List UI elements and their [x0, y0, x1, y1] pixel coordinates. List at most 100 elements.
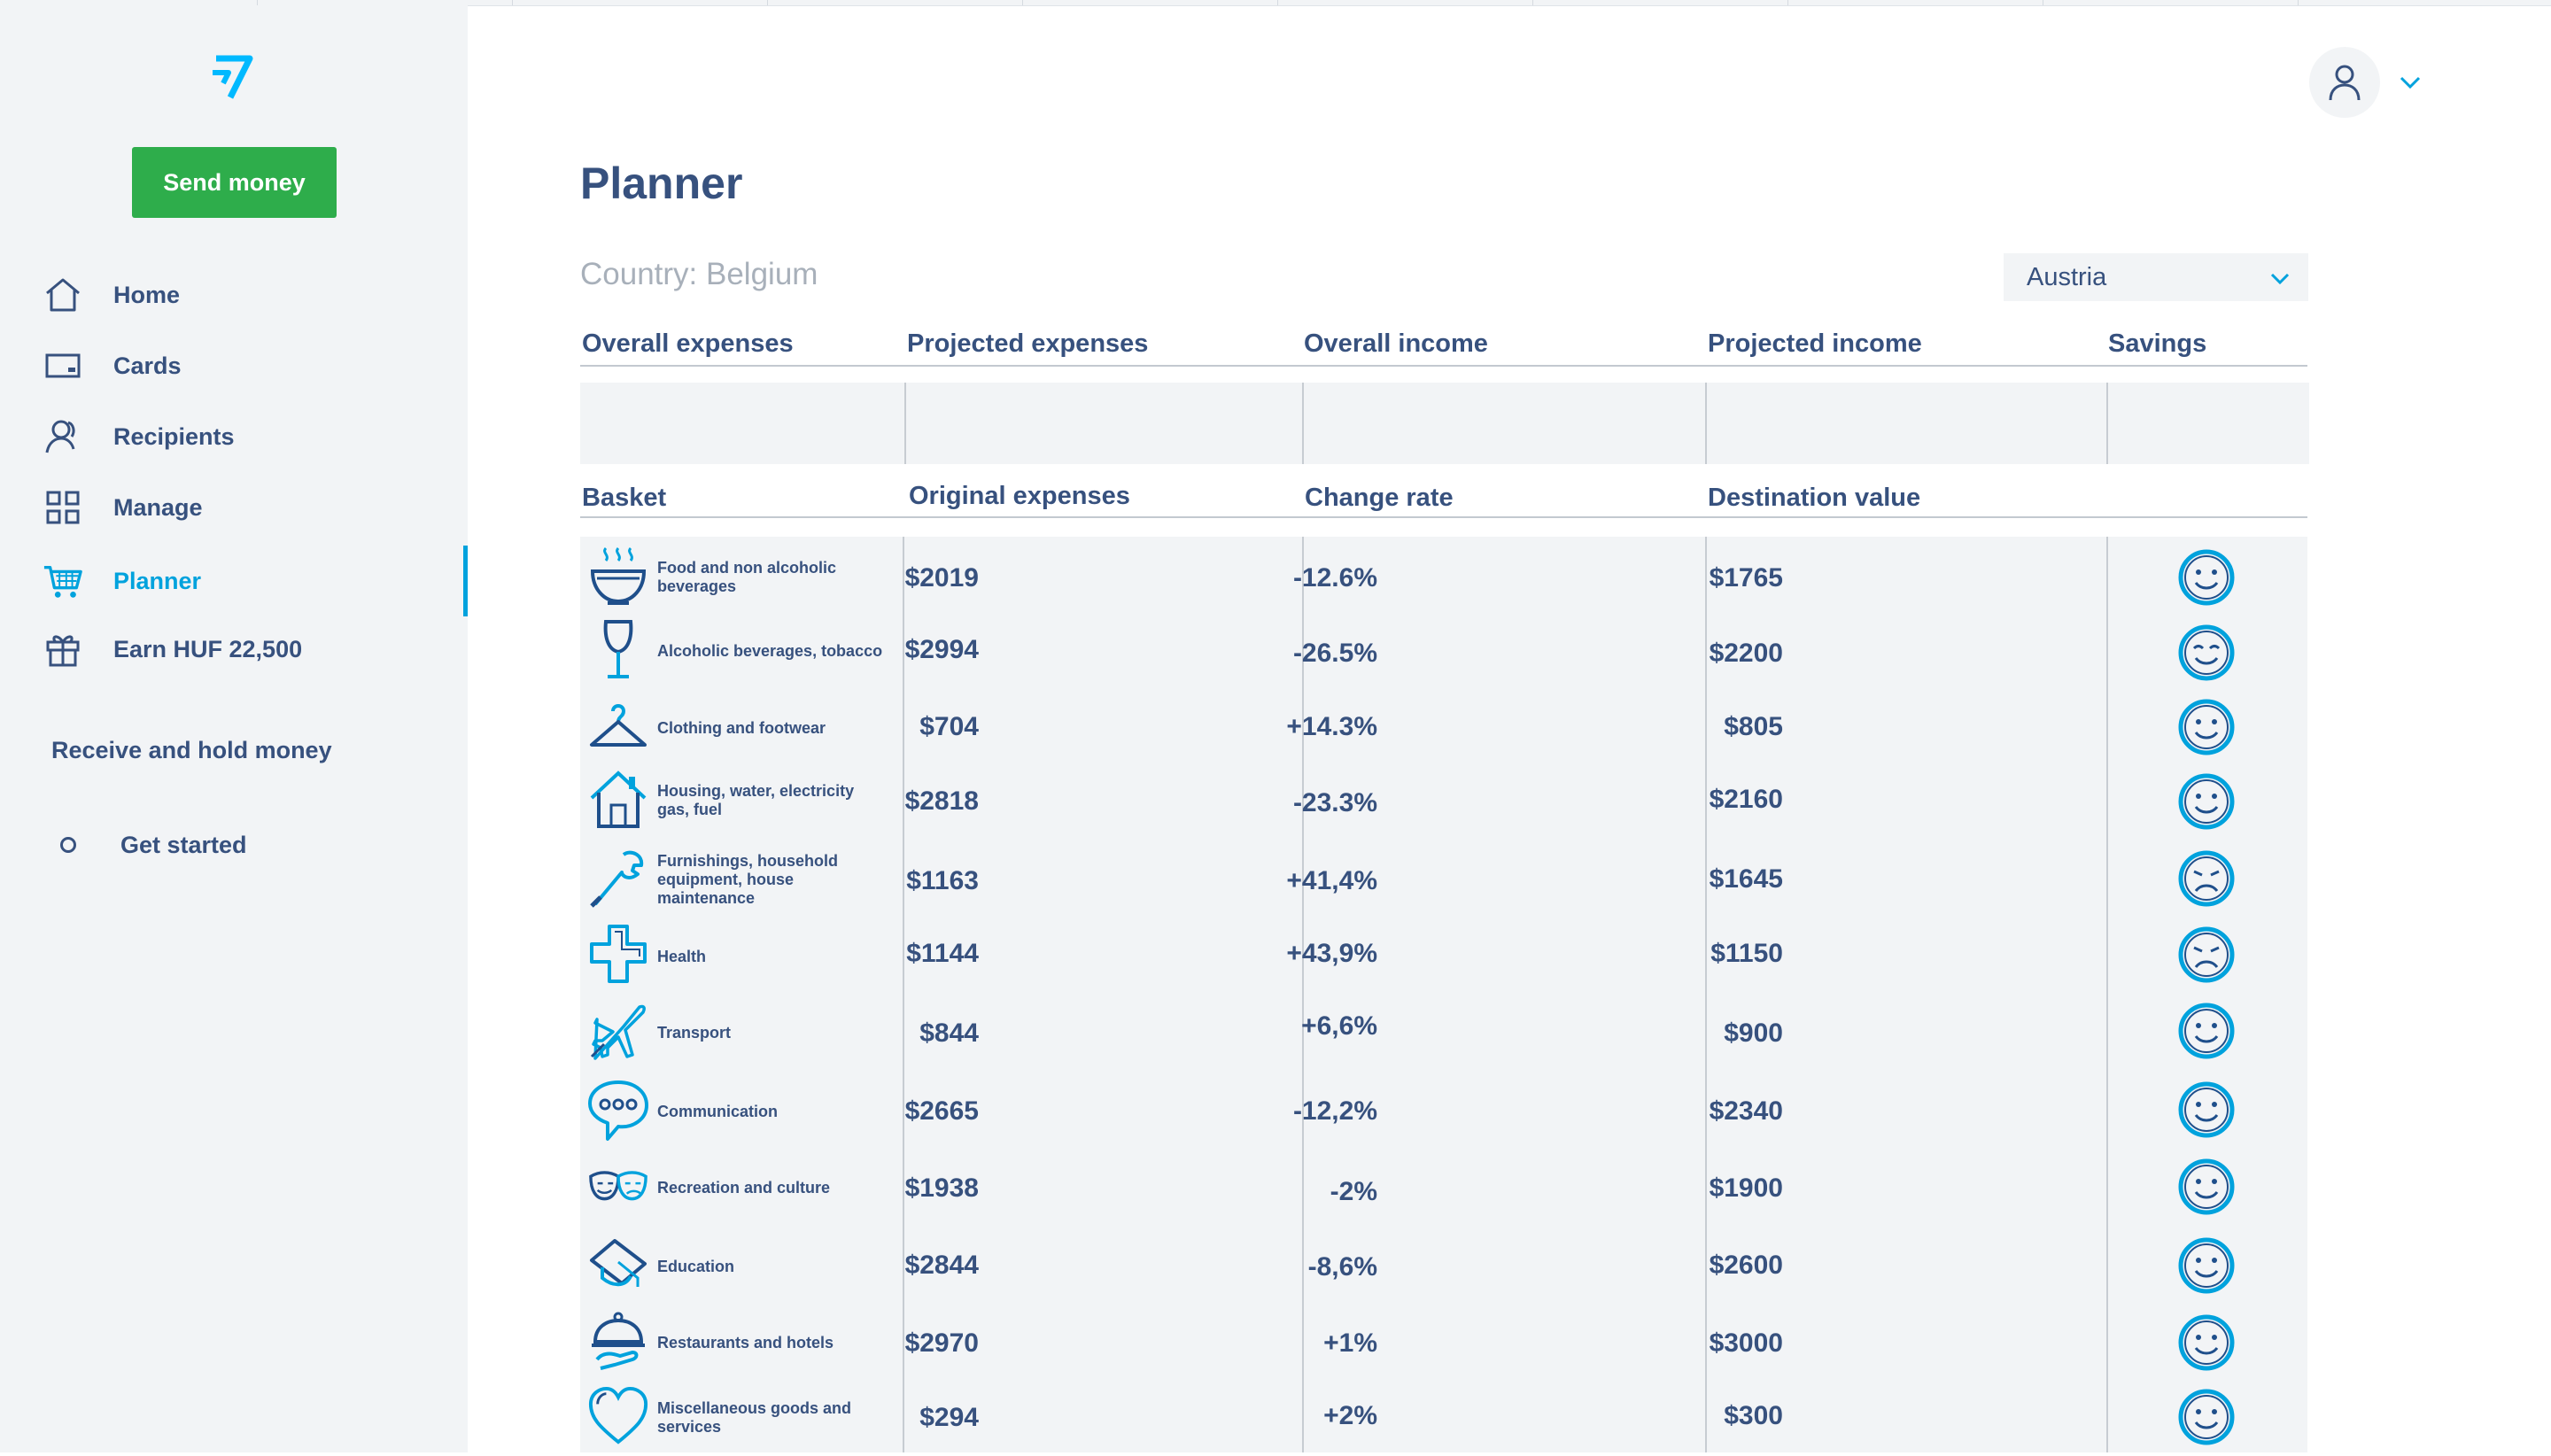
original-expense: $704 [919, 712, 979, 741]
account-avatar[interactable] [2309, 47, 2380, 118]
wine-glass-icon [587, 617, 649, 683]
home-icon [43, 275, 83, 315]
header-projected-expenses: Projected expenses [907, 329, 1149, 358]
destination-value: $1645 [1709, 864, 1783, 894]
original-expense: $2665 [904, 1096, 979, 1126]
category-label: Education [657, 1258, 735, 1275]
destination-value: $2340 [1709, 1096, 1783, 1126]
theater-masks-icon [587, 1154, 649, 1220]
change-rate: +41,4% [1286, 866, 1377, 895]
original-expense: $844 [919, 1018, 979, 1048]
plane-icon [587, 999, 649, 1065]
destination-value: $805 [1724, 712, 1783, 741]
category-label: Alcoholic beverages, tobacco [657, 642, 883, 660]
graduation-cap-icon [587, 1233, 649, 1298]
cross-icon [587, 922, 649, 987]
original-expense: $2844 [904, 1251, 979, 1280]
get-started-link[interactable]: Get started [0, 818, 468, 871]
house-icon [587, 767, 649, 833]
chevron-down-icon [2270, 273, 2290, 285]
summary-header-rule [580, 365, 2307, 367]
table-row: Clothing and footwear $704 +14.3% $805 [580, 689, 2307, 765]
original-expense: $2019 [904, 563, 979, 592]
header-change-rate: Change rate [1305, 484, 1454, 512]
happy-face-icon [2178, 1081, 2235, 1138]
destination-value: $300 [1724, 1401, 1783, 1430]
category-label: Communication [657, 1103, 779, 1120]
table-row: Housing, water, electricity gas, fuel $2… [580, 763, 2307, 840]
sidebar-item-home[interactable]: Home [0, 268, 468, 321]
happy-face-icon [2178, 1389, 2235, 1445]
original-expense: $1163 [906, 866, 979, 895]
original-expense: $2818 [904, 786, 979, 816]
original-expense: $1144 [906, 939, 979, 968]
table-row: Communication $2665 -12,2% $2340 [580, 1074, 2307, 1150]
destination-value: $1900 [1709, 1173, 1783, 1203]
category-label: Restaurants and hotels [657, 1334, 834, 1351]
sidebar-item-earn[interactable]: Earn HUF 22,500 [0, 623, 468, 676]
category-label: Housing, water, electricity gas, fuel [657, 782, 855, 818]
page-title: Planner [580, 159, 743, 208]
happy-face-icon [2178, 1003, 2235, 1059]
column-divider [904, 383, 906, 464]
cloche-icon [587, 1309, 649, 1375]
hanger-icon [587, 694, 649, 760]
happy-face-icon [2178, 1158, 2235, 1215]
content-face-icon [2178, 624, 2235, 681]
sidebar: Send money Home Cards Recipients Manage … [0, 5, 468, 1452]
category-label: Transport [657, 1024, 732, 1042]
table-header-rule [580, 516, 2307, 518]
header-original-expenses: Original expenses [909, 482, 1130, 510]
original-expense: $1938 [904, 1173, 979, 1203]
destination-value: $3000 [1709, 1328, 1783, 1358]
sidebar-item-recipients[interactable]: Recipients [0, 410, 468, 463]
original-expense: $294 [919, 1403, 979, 1432]
change-rate: +2% [1323, 1401, 1377, 1430]
destination-value: $900 [1724, 1018, 1783, 1048]
header-destination-value: Destination value [1708, 484, 1921, 512]
bowl-icon [587, 544, 649, 609]
column-divider [1705, 383, 1707, 464]
happy-face-icon [2178, 1314, 2235, 1371]
change-rate: +1% [1323, 1328, 1377, 1358]
cart-icon [43, 561, 83, 601]
category-label: Furnishings, household equipment, house … [657, 852, 838, 907]
change-rate: -8,6% [1307, 1252, 1377, 1282]
table-row: Transport $844 +6,6% $900 [580, 995, 2307, 1072]
destination-country-select[interactable]: Austria [2004, 253, 2308, 301]
recipients-icon [43, 416, 83, 457]
table-row: Education $2844 -8,6% $2600 [580, 1229, 2307, 1305]
destination-country-value: Austria [2027, 262, 2107, 291]
destination-value: $2160 [1709, 785, 1783, 814]
sidebar-item-cards[interactable]: Cards [0, 339, 468, 392]
table-row: Furnishings, household equipment, house … [580, 843, 2307, 919]
section-title-receive: Receive and hold money [51, 737, 332, 763]
sidebar-item-planner[interactable]: Planner [0, 546, 468, 616]
speech-bubble-icon [587, 1078, 649, 1143]
chevron-down-icon[interactable] [2397, 69, 2423, 96]
summary-row [580, 383, 2309, 464]
heart-icon [587, 1383, 649, 1449]
change-rate: -2% [1330, 1177, 1377, 1206]
table-row: Miscellaneous goods and services $294 +2… [580, 1380, 2307, 1456]
send-money-button[interactable]: Send money [132, 147, 337, 218]
header-basket: Basket [582, 484, 667, 512]
destination-value: $2200 [1709, 639, 1783, 668]
happy-face-icon [2178, 773, 2235, 830]
change-rate: -26.5% [1292, 639, 1377, 668]
header-projected-income: Projected income [1708, 329, 1922, 358]
destination-value: $1150 [1710, 939, 1783, 968]
table-row: Food and non alcoholic beverages $2019 -… [580, 540, 2307, 616]
happy-face-icon [2178, 549, 2235, 606]
wrench-icon [587, 847, 649, 912]
change-rate: +6,6% [1301, 1011, 1377, 1041]
change-rate: +43,9% [1286, 939, 1377, 968]
header-overall-expenses: Overall expenses [582, 329, 794, 358]
sidebar-item-manage[interactable]: Manage [0, 481, 468, 534]
table-row: Health $1144 +43,9% $1150 [580, 918, 2307, 994]
happy-face-icon [2178, 699, 2235, 755]
original-expense: $2970 [904, 1328, 979, 1358]
user-icon [2329, 65, 2361, 101]
wise-logo-icon[interactable] [211, 51, 255, 101]
table-row: Recreation and culture $1938 -2% $1900 [580, 1150, 2307, 1227]
